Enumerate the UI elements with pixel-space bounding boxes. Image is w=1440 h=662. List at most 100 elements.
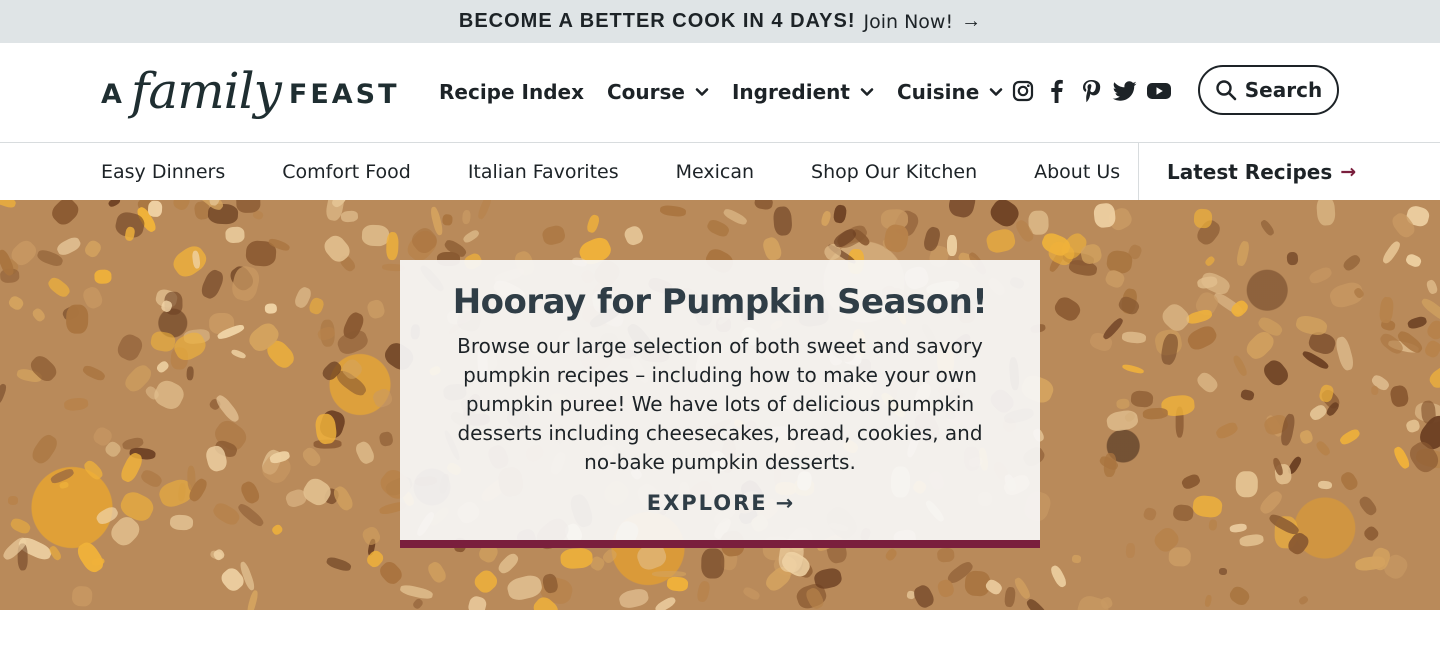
crumb-texture xyxy=(81,458,105,482)
crumb-texture xyxy=(761,235,784,263)
crumb-texture xyxy=(211,500,243,528)
crumb-texture xyxy=(30,306,47,324)
crumb-texture xyxy=(237,478,262,506)
nav-ingredient[interactable]: Ingredient xyxy=(732,80,874,104)
subnav-item-about-us[interactable]: About Us xyxy=(1034,161,1120,183)
promo-join-link[interactable]: Join Now! xyxy=(864,11,954,33)
subnav-item-easy-dinners[interactable]: Easy Dinners xyxy=(101,161,225,183)
chevron-down-icon xyxy=(860,88,874,96)
crumb-texture xyxy=(1235,470,1258,497)
crumb-texture xyxy=(1025,597,1049,610)
arrow-right-icon: → xyxy=(961,10,982,32)
crumb-texture xyxy=(1226,583,1253,609)
crumb-texture xyxy=(441,213,453,226)
nav-cuisine-label: Cuisine xyxy=(896,80,980,104)
crumb-texture xyxy=(168,241,211,282)
crumb-texture xyxy=(169,514,194,532)
crumb-texture xyxy=(1172,504,1194,523)
instagram-icon[interactable] xyxy=(1010,78,1036,104)
crumb-texture xyxy=(1257,488,1285,517)
latest-recipes-link[interactable]: Latest Recipes → xyxy=(1167,143,1356,200)
latest-recipes-label: Latest Recipes xyxy=(1167,159,1333,184)
crumb-texture xyxy=(659,204,687,218)
twitter-icon[interactable] xyxy=(1112,78,1138,104)
site-logo[interactable]: A family FEAST xyxy=(101,62,397,125)
hero-description: Browse our large selection of both sweet… xyxy=(457,334,983,474)
crumb-texture xyxy=(377,558,406,588)
subnav-item-mexican[interactable]: Mexican xyxy=(676,161,754,183)
crumb-texture xyxy=(1361,524,1381,543)
crumb-texture xyxy=(299,475,335,510)
hero-title: Hooray for Pumpkin Season! xyxy=(452,282,988,322)
crumb-texture xyxy=(1071,554,1081,563)
crumb-texture xyxy=(270,522,285,537)
pinterest-icon[interactable] xyxy=(1078,78,1104,104)
crumb-texture xyxy=(1426,363,1440,392)
crumb-texture xyxy=(819,210,832,228)
nav-course[interactable]: Course xyxy=(607,80,709,104)
nav-recipe-index[interactable]: Recipe Index xyxy=(439,80,584,104)
crumb-texture xyxy=(911,582,937,610)
promo-headline: BECOME A BETTER COOK IN 4 DAYS! xyxy=(458,10,856,32)
crumb-texture xyxy=(1159,300,1194,335)
crumb-texture xyxy=(946,234,957,256)
subnav-item-italian-favorites[interactable]: Italian Favorites xyxy=(468,161,619,183)
crumb-texture xyxy=(721,207,749,227)
search-button[interactable]: Search xyxy=(1198,65,1339,115)
crumb-texture xyxy=(1121,363,1145,375)
crumb-texture xyxy=(1105,408,1140,434)
crumb-texture xyxy=(461,227,480,244)
crumb-texture xyxy=(8,516,32,537)
crumb-texture xyxy=(65,304,89,334)
crumb-texture xyxy=(236,501,265,528)
crumb-texture xyxy=(1294,313,1329,338)
crumb-texture xyxy=(186,365,195,381)
crumb-texture xyxy=(653,595,678,610)
crumb-texture xyxy=(1193,208,1213,229)
crumb-texture xyxy=(471,567,501,597)
crumb-texture xyxy=(496,550,521,576)
crumb-texture xyxy=(1240,388,1255,402)
promo-banner[interactable]: BECOME A BETTER COOK IN 4 DAYS! Join Now… xyxy=(0,0,1440,43)
crumb-texture xyxy=(1231,354,1249,378)
nav-cuisine[interactable]: Cuisine xyxy=(897,80,1003,104)
crumb-texture xyxy=(1207,519,1218,532)
crumb-texture xyxy=(1378,295,1394,323)
crumb-texture xyxy=(560,547,594,570)
crumb-texture xyxy=(150,377,188,414)
crumb-texture xyxy=(425,560,449,586)
crumb-texture xyxy=(651,570,686,577)
crumb-texture xyxy=(340,210,359,223)
crumb-texture xyxy=(1168,546,1191,567)
search-button-label: Search xyxy=(1244,78,1323,102)
crumb-texture xyxy=(617,587,651,610)
main-nav: Recipe Index Course Ingredient Cuisine xyxy=(439,77,1026,107)
crumb-texture xyxy=(1103,452,1118,478)
crumb-texture xyxy=(1334,335,1356,372)
crumb-texture xyxy=(1195,369,1221,395)
crumb-texture xyxy=(82,238,104,260)
crumb-texture xyxy=(1404,252,1423,269)
crumb-texture xyxy=(1184,322,1219,353)
crumb-texture xyxy=(411,597,425,610)
arrow-right-icon: → xyxy=(775,491,794,515)
crumb-texture xyxy=(984,578,1005,597)
facebook-icon[interactable] xyxy=(1044,78,1070,104)
crumb-texture xyxy=(1129,389,1153,408)
crumb-texture xyxy=(399,583,435,600)
crumb-texture xyxy=(0,382,8,405)
crumb-texture xyxy=(1259,218,1276,237)
subnav-item-comfort-food[interactable]: Comfort Food xyxy=(282,161,411,183)
youtube-icon[interactable] xyxy=(1146,78,1172,104)
crumb-texture xyxy=(325,556,352,574)
crumb-texture xyxy=(1191,494,1223,520)
crumb-texture xyxy=(1357,494,1380,518)
crumb-texture xyxy=(170,200,193,214)
crumb-texture xyxy=(985,227,1018,255)
explore-link[interactable]: EXPLORE → xyxy=(647,491,794,515)
crumb-texture xyxy=(1298,594,1310,606)
subnav-item-shop-our-kitchen[interactable]: Shop Our Kitchen xyxy=(811,161,977,183)
crumb-texture xyxy=(1235,240,1250,267)
nav-recipe-index-label: Recipe Index xyxy=(439,80,584,104)
crumb-texture xyxy=(139,467,164,489)
